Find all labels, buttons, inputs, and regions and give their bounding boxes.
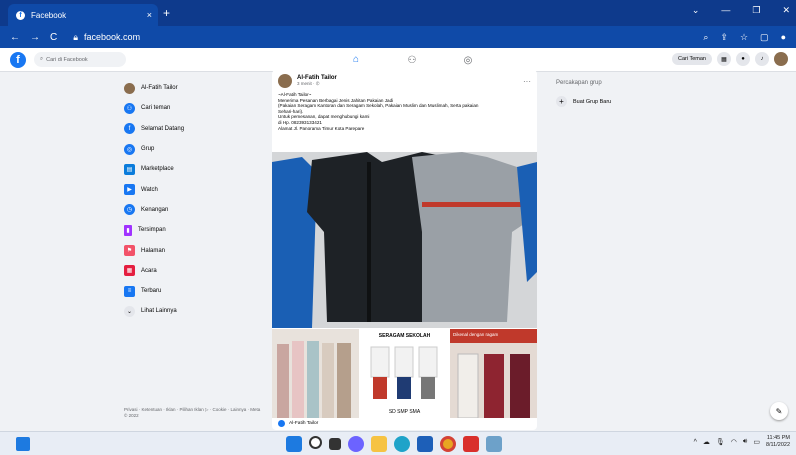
calendar-icon: ▦: [124, 265, 135, 277]
left-sidebar: Al-Fatih Tailor ⚇ Cari teman f Selamat Dat…: [124, 78, 264, 322]
tab-close-button[interactable]: ×: [147, 10, 152, 20]
cloud-icon[interactable]: ☁: [703, 438, 710, 446]
sidebar-item-saved[interactable]: ▮ Tersimpan: [124, 220, 264, 240]
feed-icon: ≡: [124, 285, 135, 297]
widgets-icon[interactable]: [16, 437, 30, 451]
feed-post: Al-Fatih Tailor 3 menit · ✆ ··· ~Al-Fati…: [272, 70, 537, 430]
chevron-up-icon[interactable]: ^: [694, 439, 697, 446]
wifi-icon[interactable]: ◠: [731, 438, 737, 446]
footer-links: Privasi · Ketentuan · Iklan · Pilihan Ik…: [124, 407, 261, 418]
edit-icon: ✎: [775, 406, 783, 416]
sidebar-item-memories[interactable]: ◷ Kenangan: [124, 200, 264, 220]
groups-icon[interactable]: ◎: [440, 48, 496, 72]
account-avatar[interactable]: [774, 52, 788, 66]
tab-title: Facebook: [31, 10, 67, 20]
chrome-icon[interactable]: [440, 436, 456, 452]
post-menu-button[interactable]: ···: [523, 77, 531, 86]
menu-grid-icon[interactable]: ▦: [717, 52, 731, 66]
find-friends-button[interactable]: Cari Teman: [671, 53, 712, 65]
lock-icon: 🔒︎: [73, 31, 79, 42]
home-icon[interactable]: ⌂: [328, 48, 384, 72]
uniform-levels: SD SMP SMA: [388, 409, 421, 415]
mail-icon[interactable]: [417, 436, 433, 452]
friends-icon[interactable]: ⚇: [384, 48, 440, 72]
start-icon[interactable]: [286, 436, 302, 452]
post-text: ~Al-Fatih Tailor~ Menerima Pesanan Berba…: [278, 92, 479, 131]
file-explorer-icon[interactable]: [371, 436, 387, 452]
groups-icon: ◎: [124, 143, 135, 155]
search-icon[interactable]: [309, 436, 322, 449]
post-image-muslim-wear[interactable]: Dikenal dengan ragam: [450, 329, 537, 418]
sidebar-item-pages[interactable]: ⚑ Halaman: [124, 240, 264, 260]
post-image-school-uniform[interactable]: SERAGAM SEKOLAH SD SMP SMA: [361, 329, 448, 418]
post-main-image[interactable]: [272, 152, 537, 328]
facebook-top-bar: f ⌕ Cari di Facebook ⌂ ⚇ ◎ Cari Teman ▦ …: [0, 48, 796, 72]
back-icon[interactable]: ←: [10, 32, 20, 43]
profile-avatar-icon: [124, 82, 135, 94]
tab-facebook[interactable]: f Facebook ×: [8, 4, 158, 26]
battery-icon[interactable]: ▭: [753, 438, 760, 446]
chevron-down-icon: ⌄: [124, 305, 135, 317]
pdf-icon[interactable]: [463, 436, 479, 452]
mic-icon[interactable]: 🎙︎: [716, 438, 725, 446]
new-tab-button[interactable]: +: [163, 6, 170, 20]
sidebar-item-profile[interactable]: Al-Fatih Tailor: [124, 78, 264, 98]
facebook-logo-icon[interactable]: f: [10, 51, 26, 68]
facebook-favicon-icon: f: [16, 10, 25, 20]
post-image-dresses[interactable]: [272, 329, 359, 418]
browser-tab-bar: f Facebook × + ⌄ — ❐ ✕: [0, 0, 796, 26]
maximize-button[interactable]: ❐: [752, 5, 760, 16]
sidebar-item-groups[interactable]: ◎ Grup: [124, 139, 264, 159]
sidebar-item-welcome[interactable]: f Selamat Datang: [124, 119, 264, 139]
sidebar-item-recent[interactable]: ≡ Terbaru: [124, 281, 264, 301]
sidebar-toggle-icon[interactable]: ▢: [760, 32, 769, 43]
clock[interactable]: 11:45 PM 8/11/2022: [766, 435, 790, 449]
notifications-icon[interactable]: ♪: [755, 52, 769, 66]
sidebar-item-watch[interactable]: ▶ Watch: [124, 179, 264, 199]
photos-icon[interactable]: [486, 436, 502, 452]
right-sidebar: Percakapan grup + Buat Grup Baru: [556, 80, 676, 107]
create-group-button[interactable]: + Buat Grup Baru: [556, 96, 676, 107]
flag-icon: ⚑: [124, 245, 135, 257]
bookmark-icon: ▮: [124, 224, 132, 236]
messenger-icon[interactable]: ●: [736, 52, 750, 66]
post-time[interactable]: 3 menit · ✆: [297, 81, 337, 87]
search-placeholder: Cari di Facebook: [46, 56, 88, 63]
sidebar-item-see-more[interactable]: ⌄ Lihat Lainnya: [124, 301, 264, 321]
sidebar-item-find-friends[interactable]: ⚇ Cari teman: [124, 98, 264, 118]
friends-icon: ⚇: [124, 102, 135, 114]
forward-icon[interactable]: →: [30, 32, 40, 43]
address-bar: ← → C 🔒︎ facebook.com ⌕ ⇪ ☆ ▢ ●: [0, 26, 796, 48]
minimize-button[interactable]: —: [721, 5, 730, 16]
group-chats-header: Percakapan grup: [556, 80, 602, 86]
post-footer-name[interactable]: Al-Fatih Tailor: [289, 421, 318, 426]
plus-icon: +: [556, 96, 567, 107]
url-field[interactable]: 🔒︎ facebook.com: [73, 32, 140, 43]
windows-taskbar: ^ ☁ 🎙︎ ◠ 🔊︎ ▭ 11:45 PM 8/11/2022: [0, 431, 796, 455]
facebook-icon: f: [124, 123, 135, 135]
reload-icon[interactable]: C: [50, 32, 57, 43]
search-icon: ⌕: [40, 56, 44, 62]
edge-icon[interactable]: [394, 436, 410, 452]
new-message-button[interactable]: ✎: [770, 402, 788, 420]
sidebar-item-events[interactable]: ▦ Acara: [124, 261, 264, 281]
zoom-icon[interactable]: ⌕: [703, 32, 708, 43]
page-icon: [278, 420, 285, 427]
clock-icon: ◷: [124, 204, 135, 216]
sidebar-item-marketplace[interactable]: ▤ Marketplace: [124, 159, 264, 179]
task-view-icon[interactable]: [329, 438, 341, 450]
chevron-down-icon[interactable]: ⌄: [692, 5, 700, 16]
close-window-button[interactable]: ✕: [782, 5, 790, 16]
search-input[interactable]: ⌕ Cari di Facebook: [34, 52, 126, 67]
watch-icon: ▶: [124, 184, 135, 196]
url-text: facebook.com: [84, 32, 141, 42]
share-icon[interactable]: ⇪: [720, 32, 728, 43]
volume-icon[interactable]: 🔊︎: [743, 438, 747, 446]
star-icon[interactable]: ☆: [740, 32, 748, 43]
marketplace-icon: ▤: [124, 163, 135, 175]
profile-icon[interactable]: ●: [781, 32, 786, 43]
post-author-avatar[interactable]: [278, 74, 292, 88]
chat-icon[interactable]: [348, 436, 364, 452]
